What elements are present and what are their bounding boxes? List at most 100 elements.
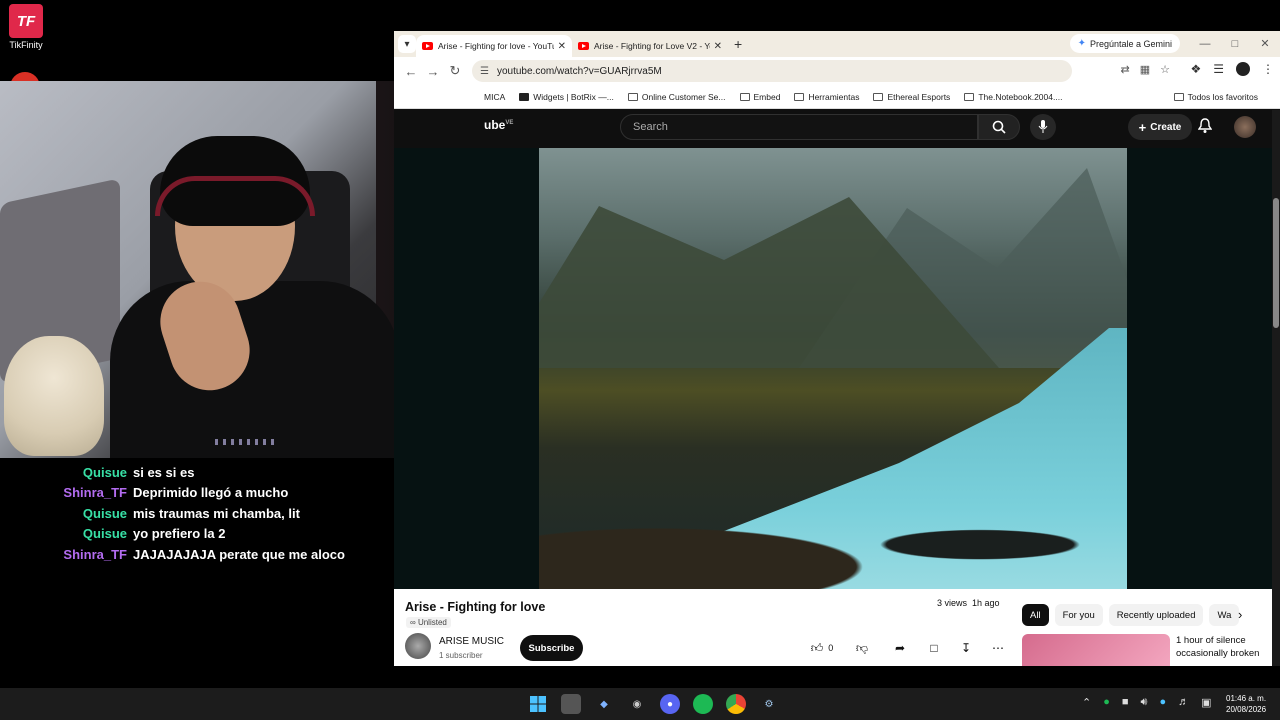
chevron-right-icon[interactable]: › bbox=[1238, 607, 1242, 622]
media-controls-icon[interactable]: ☰ bbox=[1213, 62, 1224, 76]
site-info-icon[interactable]: ☰ bbox=[480, 66, 489, 77]
search-button[interactable] bbox=[978, 114, 1020, 140]
translate-icon[interactable]: ⇄ bbox=[1121, 63, 1130, 76]
notifications-bell-icon[interactable] bbox=[1197, 118, 1213, 139]
bookmark-item[interactable]: Widgets | BotRix —... bbox=[519, 92, 614, 102]
unlisted-badge: ∞ Unlisted bbox=[406, 617, 451, 628]
save-button[interactable]: □ bbox=[922, 636, 946, 660]
headset bbox=[155, 176, 315, 216]
tab-close-icon[interactable]: ✕ bbox=[558, 41, 566, 52]
speaker-icon[interactable]: ♬ bbox=[1178, 696, 1189, 709]
create-button[interactable]: + Create bbox=[1128, 114, 1192, 140]
ask-gemini-button[interactable]: ✦ Pregúntale a Gemini bbox=[1069, 34, 1180, 53]
obs-icon[interactable]: ◉ bbox=[627, 694, 647, 714]
spotify-tray-icon[interactable]: ● bbox=[1103, 696, 1110, 709]
scrollbar-thumb[interactable] bbox=[1273, 198, 1279, 328]
url-text: youtube.com/watch?v=GUARjrrva5M bbox=[496, 65, 662, 77]
chat-username: Quisue bbox=[82, 526, 127, 542]
volume-icon[interactable]: 🔊︎ bbox=[1141, 696, 1148, 709]
all-bookmarks-folder[interactable]: Todos los favoritos bbox=[1173, 85, 1258, 109]
tray-overflow-icon[interactable]: ⌃ bbox=[1082, 696, 1091, 709]
system-tray: ⌃ ● ■ 🔊︎ ● ♬ ▣ bbox=[1082, 696, 1212, 709]
video-player[interactable] bbox=[394, 148, 1272, 589]
download-button[interactable]: ↧ bbox=[954, 636, 978, 660]
video-details: Arise - Fighting for love ∞ Unlisted 3 v… bbox=[394, 589, 1272, 666]
more-actions-button[interactable]: ⋯ bbox=[986, 636, 1010, 660]
profile-avatar[interactable] bbox=[1236, 62, 1250, 76]
chip-for-you[interactable]: For you bbox=[1054, 604, 1103, 626]
link-icon: ∞ bbox=[410, 618, 416, 627]
system-clock[interactable]: 01:46 a. m. 20/08/2026 bbox=[1226, 693, 1266, 715]
bookmarks-bar: MICA Widgets | BotRix —... Online Custom… bbox=[394, 85, 1280, 109]
steam-icon[interactable]: ⚙ bbox=[759, 694, 779, 714]
channel-name[interactable]: ARISE MUSIC bbox=[439, 636, 504, 647]
tikfinity-desktop-icon[interactable]: TF TikFinity bbox=[6, 4, 46, 50]
subscribe-button[interactable]: Subscribe bbox=[520, 635, 583, 661]
maximize-button[interactable]: □ bbox=[1220, 31, 1250, 57]
page-scrollbar[interactable] bbox=[1272, 110, 1280, 666]
chip-recently-uploaded[interactable]: Recently uploaded bbox=[1108, 604, 1204, 626]
bookmark-item[interactable]: Herramientas bbox=[794, 92, 859, 102]
bookmark-item[interactable]: Online Customer Se... bbox=[627, 92, 726, 102]
discord-tray-icon[interactable]: ■ bbox=[1122, 696, 1129, 709]
url-input[interactable]: ☰ youtube.com/watch?v=GUARjrrva5M bbox=[472, 60, 1072, 82]
recommended-title[interactable]: 1 hour of silence occasionally broken bbox=[1176, 634, 1266, 660]
bookmark-item[interactable]: Embed bbox=[739, 92, 780, 102]
youtube-favicon-icon bbox=[422, 42, 433, 50]
chat-username: Quisue bbox=[82, 464, 127, 480]
like-button[interactable]: 👍︎ 0 bbox=[804, 636, 840, 660]
back-button[interactable]: ← bbox=[400, 64, 422, 79]
youtube-logo[interactable]: ubeVE bbox=[484, 118, 513, 132]
bookmark-item[interactable]: MICA bbox=[484, 92, 505, 102]
network-icon[interactable]: ▣ bbox=[1201, 696, 1211, 709]
spotify-icon[interactable] bbox=[693, 694, 713, 714]
voice-search-button[interactable] bbox=[1030, 114, 1056, 140]
chat-message: Quisue yo prefiero la 2 bbox=[0, 524, 392, 545]
tab-search-button[interactable]: ▾ bbox=[398, 35, 416, 53]
bookmark-star-icon[interactable]: ☆ bbox=[1160, 63, 1170, 76]
chip-all[interactable]: All bbox=[1022, 604, 1049, 626]
microphone-tray-icon[interactable]: ● bbox=[1159, 696, 1166, 709]
chat-text: si es si es bbox=[133, 464, 195, 480]
tab-title: Arise - Fighting for Love V2 - YouTube bbox=[594, 41, 710, 51]
start-windows-icon[interactable] bbox=[528, 694, 548, 714]
bookmark-item[interactable]: Ethereal Esports bbox=[873, 92, 950, 102]
search-input[interactable]: Search bbox=[620, 114, 978, 140]
tv-icon bbox=[964, 92, 975, 101]
dislike-button[interactable]: 👎︎ bbox=[850, 636, 874, 660]
reload-button[interactable]: ↻ bbox=[444, 63, 466, 79]
file-explorer-icon[interactable] bbox=[561, 694, 581, 714]
channel-avatar[interactable] bbox=[405, 633, 431, 659]
discord-icon[interactable]: ● bbox=[660, 694, 680, 714]
recommended-thumbnail[interactable] bbox=[1022, 634, 1170, 666]
browser-menu-icon[interactable]: ⋮ bbox=[1262, 62, 1274, 76]
download-icon: ↧ bbox=[960, 641, 972, 655]
tab-close-icon[interactable]: ✕ bbox=[714, 41, 722, 52]
chat-message: Shinra_TF Deprimido llegó a mucho bbox=[0, 483, 392, 504]
chat-username: Shinra_TF bbox=[63, 485, 127, 501]
extensions-icon[interactable]: ❖ bbox=[1190, 62, 1201, 76]
share-button[interactable]: ➦ bbox=[888, 636, 912, 660]
tab-arise-fighting-for-love[interactable]: Arise - Fighting for love - YouTube ✕ bbox=[416, 35, 572, 57]
close-window-button[interactable]: ✕ bbox=[1250, 31, 1280, 57]
folder-icon bbox=[1173, 93, 1184, 101]
account-avatar[interactable] bbox=[1234, 116, 1256, 138]
video-frame[interactable] bbox=[539, 148, 1127, 589]
gemini-label: Pregúntale a Gemini bbox=[1089, 38, 1172, 49]
stream-chat: Quisue si es si es Shinra_TF Deprimido l… bbox=[0, 462, 392, 565]
bookmark-item[interactable]: The.Notebook.2004.... bbox=[964, 92, 1062, 102]
globe-icon bbox=[627, 92, 638, 101]
chrome-icon[interactable] bbox=[726, 694, 746, 714]
new-tab-button[interactable]: + bbox=[734, 36, 742, 52]
video-title: Arise - Fighting for love bbox=[405, 600, 546, 614]
app-launcher-icon[interactable]: ◆ bbox=[594, 694, 614, 714]
tab-title: Arise - Fighting for love - YouTube bbox=[438, 41, 554, 51]
bookmark-icon: □ bbox=[930, 641, 938, 655]
tikfinity-label: TikFinity bbox=[9, 40, 43, 50]
tab-arise-fighting-for-love-v2[interactable]: Arise - Fighting for Love V2 - YouTube ✕ bbox=[572, 35, 728, 57]
extension-badge-icon[interactable]: ▦ bbox=[1140, 63, 1150, 76]
chip-truncated[interactable]: Wa bbox=[1209, 604, 1240, 626]
forward-button[interactable]: → bbox=[422, 64, 444, 79]
minimize-button[interactable]: — bbox=[1190, 31, 1220, 57]
chat-text: Deprimido llegó a mucho bbox=[133, 485, 289, 501]
